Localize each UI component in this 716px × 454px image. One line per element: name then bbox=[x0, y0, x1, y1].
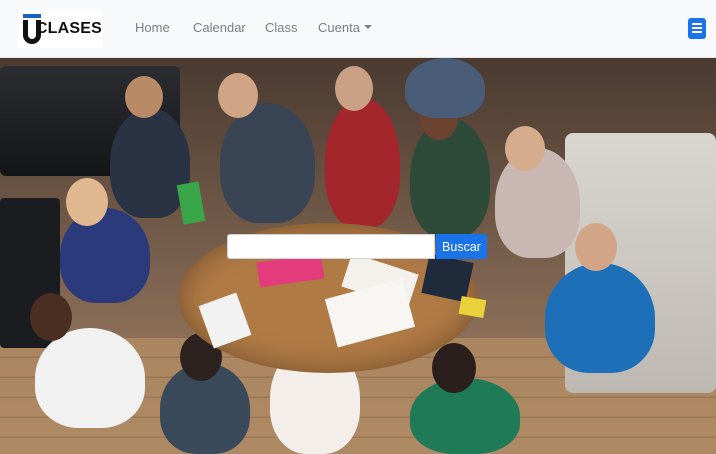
person-head bbox=[335, 66, 373, 111]
person-figure bbox=[110, 108, 190, 218]
brand-name: CLASES bbox=[35, 19, 102, 37]
person-figure bbox=[60, 208, 150, 303]
u-logo-icon bbox=[23, 13, 41, 44]
person-figure bbox=[220, 103, 315, 223]
nav-link-class[interactable]: Class bbox=[265, 20, 298, 35]
search-button[interactable]: Buscar bbox=[436, 234, 487, 259]
nav-dropdown-label: Cuenta bbox=[318, 20, 360, 35]
person-figure bbox=[405, 58, 485, 118]
person-head bbox=[432, 343, 476, 393]
person-head bbox=[30, 293, 72, 341]
nav-link-calendar[interactable]: Calendar bbox=[193, 20, 246, 35]
person-head bbox=[66, 178, 108, 226]
nav-link-home[interactable]: Home bbox=[135, 20, 170, 35]
green-book bbox=[176, 181, 206, 225]
person-figure bbox=[545, 263, 655, 373]
search-input[interactable] bbox=[227, 234, 435, 259]
person-figure bbox=[325, 98, 400, 228]
person-head bbox=[505, 126, 545, 171]
person-figure bbox=[35, 328, 145, 428]
person-head bbox=[125, 76, 163, 118]
nav-dropdown-cuenta[interactable]: Cuenta bbox=[318, 20, 372, 35]
brand-logo[interactable]: CLASES bbox=[18, 9, 102, 48]
person-head bbox=[575, 223, 617, 271]
navbar: CLASES Home Calendar Class Cuenta bbox=[0, 0, 716, 58]
person-head bbox=[218, 73, 258, 118]
book-icon[interactable] bbox=[688, 18, 706, 39]
caret-down-icon bbox=[363, 24, 372, 29]
